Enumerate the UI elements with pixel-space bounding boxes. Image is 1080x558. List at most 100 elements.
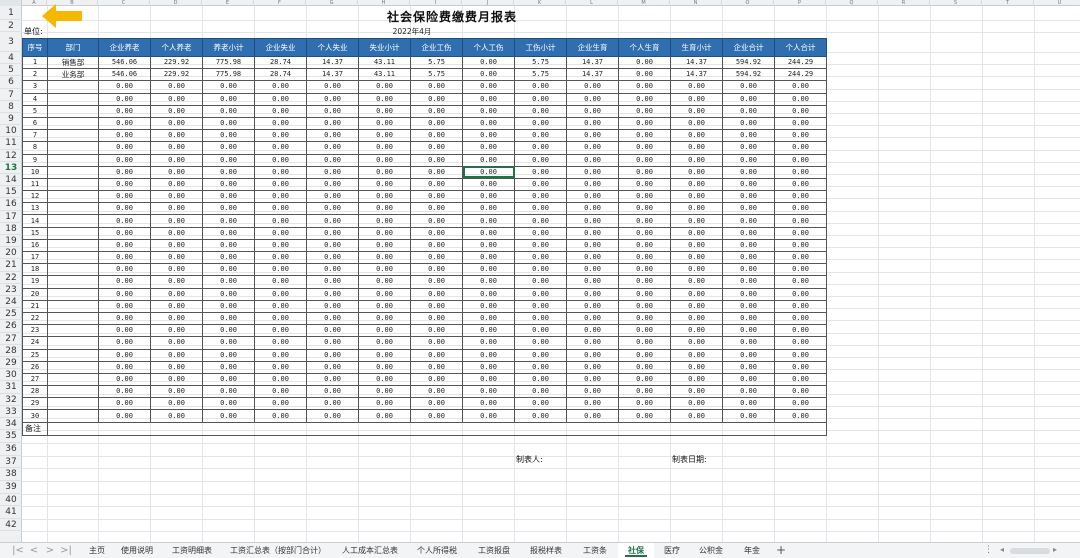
row-index-cell[interactable]: 22 xyxy=(22,311,48,326)
amount-cell[interactable]: 0.00 xyxy=(774,238,827,253)
amount-cell[interactable]: 0.00 xyxy=(566,263,619,277)
amount-cell[interactable]: 0.00 xyxy=(514,153,567,167)
amount-cell[interactable]: 0.00 xyxy=(722,80,775,94)
column-header-cell[interactable]: 失业小计 xyxy=(358,38,411,57)
row-header-11[interactable]: 11 xyxy=(0,137,22,150)
amount-cell[interactable]: 0.00 xyxy=(98,348,151,362)
row-index-cell[interactable]: 30 xyxy=(22,409,48,423)
amount-cell[interactable]: 0.00 xyxy=(358,311,411,326)
amount-cell[interactable]: 0.00 xyxy=(566,202,619,216)
amount-cell[interactable]: 0.00 xyxy=(566,287,619,301)
amount-cell[interactable]: 0.00 xyxy=(722,250,775,265)
amount-cell[interactable]: 0.00 xyxy=(774,177,827,192)
amount-cell[interactable]: 0.00 xyxy=(618,153,671,167)
amount-cell[interactable]: 0.00 xyxy=(254,92,307,106)
amount-cell[interactable]: 244.29 xyxy=(774,55,827,70)
amount-cell[interactable]: 775.98 xyxy=(202,55,255,70)
row-index-cell[interactable]: 4 xyxy=(22,92,48,106)
amount-cell[interactable]: 0.00 xyxy=(306,104,359,118)
amount-cell[interactable]: 0.00 xyxy=(150,397,203,411)
amount-cell[interactable]: 0.00 xyxy=(670,116,723,131)
amount-cell[interactable]: 0.00 xyxy=(358,92,411,106)
amount-cell[interactable]: 0.00 xyxy=(98,214,151,228)
department-cell[interactable] xyxy=(47,177,99,192)
row-header-28[interactable]: 28 xyxy=(0,345,22,357)
amount-cell[interactable]: 0.00 xyxy=(306,385,359,399)
amount-cell[interactable]: 0.00 xyxy=(462,141,515,155)
column-header-cell[interactable]: 个人工伤 xyxy=(462,38,515,57)
amount-cell[interactable]: 0.00 xyxy=(254,116,307,131)
amount-cell[interactable]: 0.00 xyxy=(150,336,203,350)
amount-cell[interactable]: 0.00 xyxy=(618,190,671,204)
amount-cell[interactable]: 0.00 xyxy=(774,80,827,94)
amount-cell[interactable]: 0.00 xyxy=(410,372,463,387)
amount-cell[interactable]: 0.00 xyxy=(670,299,723,313)
amount-cell[interactable]: 0.00 xyxy=(514,104,567,118)
amount-cell[interactable]: 0.00 xyxy=(618,92,671,106)
row-header-36[interactable]: 36 xyxy=(0,443,22,456)
amount-cell[interactable]: 0.00 xyxy=(202,92,255,106)
amount-cell[interactable]: 0.00 xyxy=(670,214,723,228)
department-cell[interactable] xyxy=(47,202,99,216)
amount-cell[interactable]: 0.00 xyxy=(514,190,567,204)
amount-cell[interactable]: 0.00 xyxy=(254,409,307,423)
amount-cell[interactable]: 0.00 xyxy=(150,80,203,94)
amount-cell[interactable]: 0.00 xyxy=(566,385,619,399)
row-index-cell[interactable]: 10 xyxy=(22,165,48,179)
amount-cell[interactable]: 0.00 xyxy=(566,129,619,143)
amount-cell[interactable]: 0.00 xyxy=(150,153,203,167)
amount-cell[interactable]: 0.00 xyxy=(202,116,255,131)
amount-cell[interactable]: 0.00 xyxy=(462,202,515,216)
amount-cell[interactable]: 0.00 xyxy=(358,177,411,192)
amount-cell[interactable]: 0.00 xyxy=(566,360,619,374)
amount-cell[interactable]: 0.00 xyxy=(462,250,515,265)
department-cell[interactable] xyxy=(47,275,99,289)
amount-cell[interactable]: 0.00 xyxy=(774,324,827,338)
amount-cell[interactable]: 0.00 xyxy=(618,397,671,411)
amount-cell[interactable]: 0.00 xyxy=(566,336,619,350)
amount-cell[interactable]: 0.00 xyxy=(670,129,723,143)
remark-field[interactable] xyxy=(47,421,827,436)
sheet-tab-0[interactable]: 主页 xyxy=(82,543,112,558)
department-cell[interactable] xyxy=(47,385,99,399)
amount-cell[interactable]: 0.00 xyxy=(462,324,515,338)
amount-cell[interactable]: 0.00 xyxy=(670,372,723,387)
amount-cell[interactable]: 0.00 xyxy=(566,409,619,423)
amount-cell[interactable]: 0.00 xyxy=(150,287,203,301)
amount-cell[interactable]: 0.00 xyxy=(462,275,515,289)
amount-cell[interactable]: 0.00 xyxy=(462,104,515,118)
amount-cell[interactable]: 0.00 xyxy=(774,372,827,387)
amount-cell[interactable]: 0.00 xyxy=(774,226,827,240)
amount-cell[interactable]: 0.00 xyxy=(98,372,151,387)
row-index-cell[interactable]: 7 xyxy=(22,129,48,143)
row-index-cell[interactable]: 15 xyxy=(22,226,48,240)
amount-cell[interactable]: 0.00 xyxy=(462,299,515,313)
amount-cell[interactable]: 0.00 xyxy=(514,263,567,277)
amount-cell[interactable]: 0.00 xyxy=(670,336,723,350)
amount-cell[interactable]: 0.00 xyxy=(306,275,359,289)
amount-cell[interactable]: 0.00 xyxy=(410,238,463,253)
amount-cell[interactable]: 0.00 xyxy=(202,238,255,253)
amount-cell[interactable]: 0.00 xyxy=(202,129,255,143)
amount-cell[interactable]: 0.00 xyxy=(358,238,411,253)
amount-cell[interactable]: 0.00 xyxy=(462,190,515,204)
amount-cell[interactable]: 0.00 xyxy=(722,165,775,179)
amount-cell[interactable]: 0.00 xyxy=(566,397,619,411)
amount-cell[interactable]: 0.00 xyxy=(306,116,359,131)
amount-cell[interactable]: 0.00 xyxy=(202,177,255,192)
row-header-33[interactable]: 33 xyxy=(0,406,22,418)
row-header-6[interactable]: 6 xyxy=(0,76,22,89)
sheet-tab-8[interactable]: 工资条 xyxy=(572,543,618,558)
amount-cell[interactable]: 0.00 xyxy=(618,348,671,362)
amount-cell[interactable]: 0.00 xyxy=(150,275,203,289)
amount-cell[interactable]: 0.00 xyxy=(514,287,567,301)
amount-cell[interactable]: 0.00 xyxy=(254,348,307,362)
amount-cell[interactable]: 0.00 xyxy=(254,104,307,118)
amount-cell[interactable]: 0.00 xyxy=(306,348,359,362)
amount-cell[interactable]: 0.00 xyxy=(722,104,775,118)
amount-cell[interactable]: 0.00 xyxy=(670,153,723,167)
amount-cell[interactable]: 0.00 xyxy=(618,68,671,82)
row-header-27[interactable]: 27 xyxy=(0,333,22,345)
department-cell[interactable] xyxy=(47,80,99,94)
amount-cell[interactable]: 0.00 xyxy=(618,55,671,70)
